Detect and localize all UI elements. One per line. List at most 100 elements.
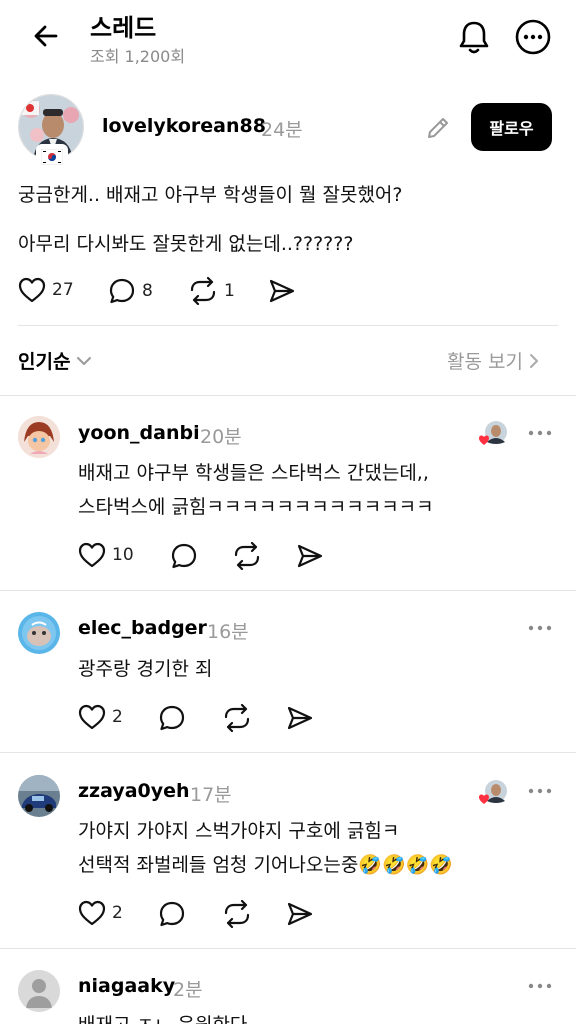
comment-share-button[interactable]	[296, 542, 324, 570]
liked-by-author-icon	[479, 421, 507, 445]
default-avatar-icon	[18, 970, 60, 1012]
flag-badge	[38, 146, 66, 168]
repost-icon	[224, 704, 250, 732]
arrow-left-icon	[34, 25, 58, 47]
comment-avatar[interactable]	[18, 612, 60, 654]
page-title: 스레드	[90, 14, 157, 42]
view-activity-link[interactable]: 활동 보기	[447, 347, 539, 374]
comment-text-line: 가야지 가야지 스벅가야지 구호에 긁힘ㅋ	[78, 820, 400, 842]
comment-more-button[interactable]	[526, 423, 554, 443]
divider	[0, 948, 576, 949]
comment-reply-button[interactable]	[158, 900, 186, 928]
post-text-line: 아무리 다시봐도 잘못한게 없는데..??????	[18, 233, 354, 255]
edit-button[interactable]	[424, 114, 452, 142]
comment-username[interactable]: elec_badger	[78, 617, 207, 639]
chevron-down-icon	[77, 356, 92, 365]
author-username[interactable]: lovelykorean88	[102, 115, 266, 137]
comment-bubble-icon	[159, 705, 185, 731]
heart-icon	[78, 704, 106, 730]
like-count: 27	[52, 280, 74, 300]
comment-like-button[interactable]: 2	[78, 900, 123, 926]
heart-icon	[18, 277, 46, 303]
korea-flag-icon	[41, 149, 63, 165]
comment-reply-button[interactable]	[158, 704, 186, 732]
comment-text-line: 배재고 야구부 학생들은 스타벅스 간댔는데,,	[78, 462, 429, 484]
comment-bubble-icon	[159, 901, 185, 927]
comment-text-line: 광주랑 경기한 죄	[78, 658, 213, 680]
like-button[interactable]: 27	[18, 277, 74, 303]
repost-count: 1	[224, 281, 235, 301]
repost-icon	[224, 900, 250, 928]
send-icon	[297, 544, 323, 568]
comment-username[interactable]: yoon_danbi	[78, 422, 200, 444]
comment-repost-button[interactable]	[222, 704, 252, 732]
liked-by-author-badge	[479, 418, 509, 448]
comment-button[interactable]: 8	[108, 277, 153, 305]
divider	[0, 590, 576, 591]
repost-icon	[190, 277, 216, 305]
more-dots-icon	[528, 983, 552, 989]
comment-more-button[interactable]	[526, 781, 554, 801]
comment-like-count: 2	[112, 903, 123, 923]
heart-icon	[78, 542, 106, 568]
avatar-image	[18, 775, 60, 817]
post-text-line: 궁금한게.. 배재고 야구부 학생들이 뭘 잘못했어?	[18, 184, 403, 206]
comment-repost-button[interactable]	[232, 542, 262, 570]
comment-text-line: 선택적 좌벌레들 엄청 기어나오는중🤣🤣🤣🤣	[78, 854, 453, 876]
liked-by-author-icon	[479, 780, 507, 804]
repost-button[interactable]: 1	[188, 277, 235, 305]
send-icon	[287, 902, 313, 926]
comment-avatar[interactable]	[18, 416, 60, 458]
comment-avatar[interactable]	[18, 775, 60, 817]
avatar-image	[18, 612, 60, 654]
divider	[18, 325, 558, 326]
comment-reply-button[interactable]	[170, 542, 198, 570]
send-icon	[287, 706, 313, 730]
comment-repost-button[interactable]	[222, 900, 252, 928]
comment-more-button[interactable]	[526, 618, 554, 638]
notifications-button[interactable]	[453, 16, 495, 58]
comment-count: 8	[142, 281, 153, 301]
comment-avatar[interactable]	[18, 970, 60, 1012]
repost-icon	[234, 542, 260, 570]
divider	[0, 395, 576, 396]
comment-bubble-icon	[109, 278, 135, 304]
sort-dropdown[interactable]: 인기순	[18, 347, 92, 374]
bell-icon	[459, 21, 489, 54]
more-dots-icon	[528, 788, 552, 794]
chevron-right-icon	[529, 353, 538, 368]
liked-by-author-badge	[479, 777, 509, 807]
comment-like-count: 10	[112, 545, 134, 565]
comment-time: 2분	[173, 979, 203, 1001]
comment-like-button[interactable]: 2	[78, 704, 123, 730]
comment-username[interactable]: zzaya0yeh	[78, 780, 190, 802]
comment-share-button[interactable]	[286, 900, 314, 928]
sort-label: 인기순	[18, 351, 71, 373]
comment-text-line: 스타벅스에 긁힘ㅋㅋㅋㅋㅋㅋㅋㅋㅋㅋㅋㅋㅋ	[78, 496, 434, 518]
comment-bubble-icon	[171, 543, 197, 569]
share-button[interactable]	[268, 277, 296, 305]
comment-more-button[interactable]	[526, 976, 554, 996]
avatar-image	[18, 416, 60, 458]
more-circle-icon	[515, 19, 551, 55]
more-options-button[interactable]	[512, 16, 554, 58]
send-icon	[269, 279, 295, 303]
view-count: 조회 1,200회	[90, 47, 186, 66]
more-dots-icon	[528, 430, 552, 436]
comment-text-line: 배재고 ㅈㄴ 응원한다	[78, 1010, 247, 1024]
comment-share-button[interactable]	[286, 704, 314, 732]
top-bar: 스레드 조회 1,200회	[0, 0, 576, 76]
follow-button[interactable]: 팔로우	[471, 103, 552, 151]
comment-username[interactable]: niagaaky	[78, 975, 175, 997]
post-time: 24분	[261, 119, 303, 141]
activity-label: 활동 보기	[447, 351, 523, 373]
heart-icon	[78, 900, 106, 926]
divider	[0, 752, 576, 753]
comment-time: 16분	[207, 621, 249, 643]
comment-time: 20분	[200, 426, 242, 448]
comment-time: 17분	[190, 784, 232, 806]
pencil-icon	[428, 118, 448, 138]
back-button[interactable]	[28, 18, 64, 54]
comment-like-count: 2	[112, 707, 123, 727]
comment-like-button[interactable]: 10	[78, 542, 134, 568]
